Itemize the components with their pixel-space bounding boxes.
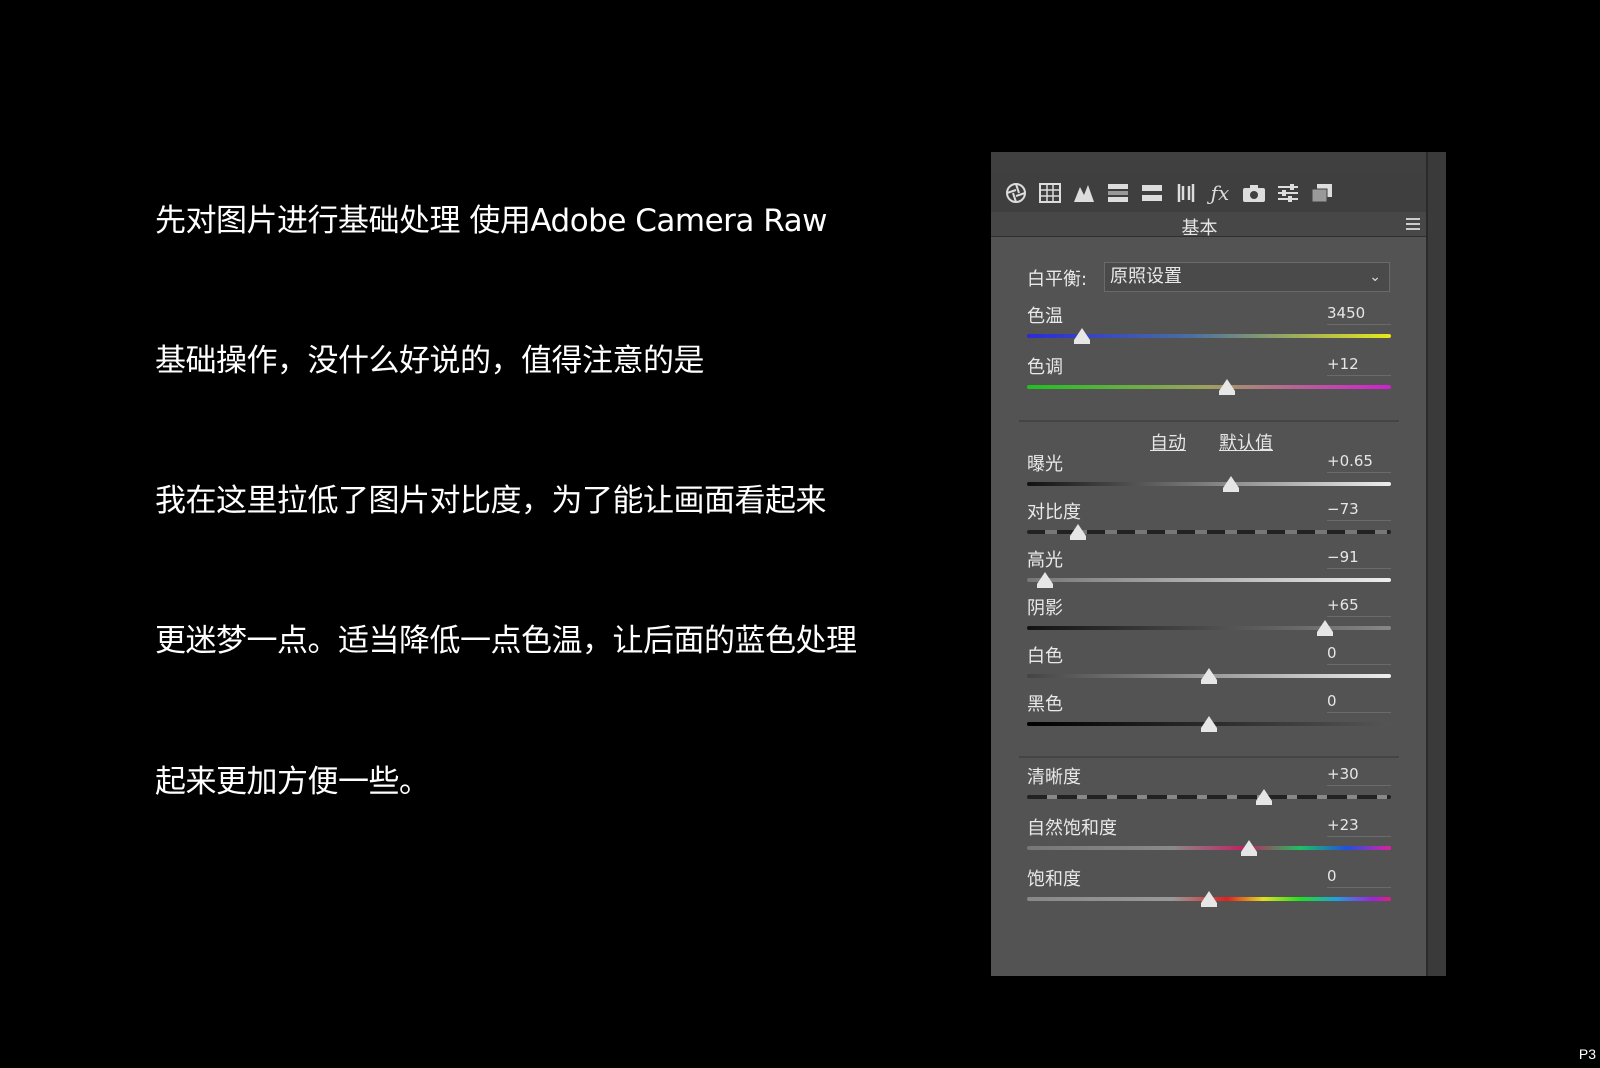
slider-label-highlights: 高光 (1027, 550, 1063, 571)
slider-label-whites: 白色 (1027, 646, 1063, 667)
slider-thumb-vibrance[interactable] (1241, 840, 1258, 856)
slider-track-highlights[interactable] (1027, 578, 1391, 582)
fx-icon[interactable]: ƒx (1205, 179, 1235, 207)
slider-thumb-whites[interactable] (1201, 668, 1217, 684)
slider-thumb-tint[interactable] (1219, 379, 1236, 395)
section-title: 基本 (1181, 218, 1218, 239)
histogram-grid-icon[interactable] (1035, 179, 1065, 207)
camera-icon[interactable] (1239, 179, 1269, 207)
slider-thumb-blacks[interactable] (1201, 716, 1217, 732)
text-line-5: 起来更加方便一些。 (155, 764, 430, 800)
slider-track-shadows[interactable] (1027, 626, 1391, 630)
slider-thumb-shadows[interactable] (1317, 620, 1334, 636)
split-tone-icon[interactable] (1137, 179, 1167, 207)
chevron-down-icon: ⌄ (1369, 269, 1381, 285)
text-line-4: 更迷梦一点。适当降低一点色温，让后面的蓝色处理 (155, 623, 857, 659)
presets-icon[interactable] (1273, 179, 1303, 207)
slider-value-vibrance[interactable]: +23 (1327, 816, 1391, 837)
divider-1 (1019, 420, 1399, 422)
slider-thumb-exposure[interactable] (1222, 476, 1239, 492)
slider-value-tint[interactable]: +12 (1327, 355, 1391, 376)
slider-value-contrast[interactable]: −73 (1327, 500, 1391, 521)
slider-label-temp: 色温 (1027, 306, 1063, 327)
slider-value-temp[interactable]: 3450 (1327, 304, 1391, 325)
panel-body: ƒx 基本 白平衡: 原照设置 ⌄ 色温 3450 色调 +12 曝光 +0.65 对比度 −… (991, 152, 1428, 976)
text-line-1: 先对图片进行基础处理 使用Adobe Camera Raw (155, 203, 827, 239)
slider-label-tint: 色调 (1027, 357, 1063, 378)
slider-thumb-highlights[interactable] (1037, 572, 1054, 588)
panel-scrollbar[interactable] (1426, 152, 1446, 976)
slider-value-shadows[interactable]: +65 (1327, 596, 1391, 617)
white-balance-label: 白平衡: (1027, 269, 1088, 290)
slider-track-exposure[interactable] (1027, 482, 1391, 486)
aperture-icon[interactable] (1001, 179, 1031, 207)
page-number: P3 (1578, 1046, 1596, 1062)
slider-track-vibrance[interactable] (1027, 846, 1391, 850)
slider-value-blacks[interactable]: 0 (1327, 692, 1391, 713)
divider-2 (1019, 756, 1399, 758)
text-line-3: 我在这里拉低了图片对比度，为了能让画面看起来 (155, 483, 827, 519)
slider-value-exposure[interactable]: +0.65 (1327, 452, 1391, 473)
hsl-icon[interactable] (1103, 179, 1133, 207)
text-line-2: 基础操作，没什么好说的，值得注意的是 (155, 343, 705, 379)
slider-thumb-contrast[interactable] (1069, 524, 1086, 540)
camera-raw-panel: ƒx 基本 白平衡: 原照设置 ⌄ 色温 3450 色调 +12 曝光 +0.65 对比度 −… (991, 152, 1446, 976)
slider-label-saturation: 饱和度 (1027, 869, 1081, 890)
slider-thumb-saturation[interactable] (1201, 891, 1217, 907)
section-header: 基本 (991, 212, 1428, 239)
panel-topbar (991, 152, 1428, 175)
lens-icon[interactable] (1171, 179, 1201, 207)
slider-value-highlights[interactable]: −91 (1327, 548, 1391, 569)
slider-thumb-temp[interactable] (1073, 328, 1090, 344)
white-balance-value: 原照设置 (1110, 266, 1182, 287)
snapshots-icon[interactable] (1307, 179, 1337, 207)
slider-label-shadows: 阴影 (1027, 598, 1063, 619)
slider-value-whites[interactable]: 0 (1327, 644, 1391, 665)
default-button[interactable]: 默认值 (1219, 429, 1273, 455)
slider-thumb-clarity[interactable] (1255, 789, 1272, 805)
slider-label-blacks: 黑色 (1027, 694, 1063, 715)
slider-value-saturation[interactable]: 0 (1327, 867, 1391, 888)
white-balance-select[interactable]: 原照设置 ⌄ (1104, 262, 1390, 292)
slider-label-exposure: 曝光 (1027, 454, 1063, 475)
slider-label-clarity: 清晰度 (1027, 767, 1081, 788)
slider-value-clarity[interactable]: +30 (1327, 765, 1391, 786)
panel-menu-icon[interactable] (1406, 218, 1420, 230)
panel-toolbar: ƒx (991, 174, 1428, 212)
tone-curve-icon[interactable] (1069, 179, 1099, 207)
slider-label-vibrance: 自然饱和度 (1027, 818, 1117, 839)
slider-track-clarity[interactable] (1027, 795, 1391, 799)
slider-track-tint[interactable] (1027, 385, 1391, 389)
slider-label-contrast: 对比度 (1027, 502, 1081, 523)
auto-button[interactable]: 自动 (1150, 429, 1186, 455)
